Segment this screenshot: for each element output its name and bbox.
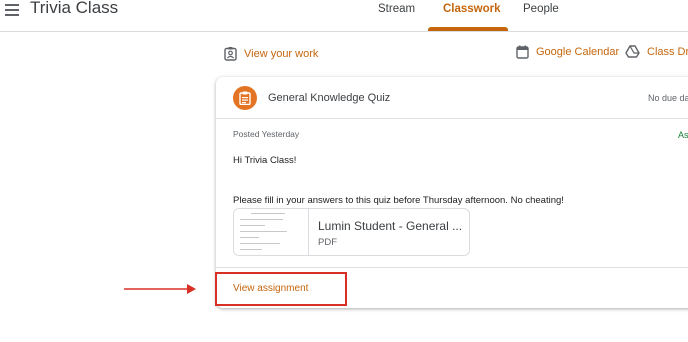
instructions-greeting: Hi Trivia Class! xyxy=(233,155,297,166)
class-title[interactable]: Trivia Class xyxy=(30,0,118,18)
google-calendar-link[interactable]: Google Calendar xyxy=(516,45,619,59)
attachment-card[interactable]: Lumin Student - General ... PDF xyxy=(233,208,470,256)
menu-icon[interactable] xyxy=(5,4,19,16)
tab-classwork[interactable]: Classwork xyxy=(443,3,501,15)
tab-stream[interactable]: Stream xyxy=(378,3,415,15)
assignment-card-header[interactable]: General Knowledge Quiz No due date xyxy=(216,77,688,119)
top-bar: Trivia Class Stream Classwork People xyxy=(0,0,688,32)
card-divider xyxy=(216,267,688,268)
assignment-ind-icon xyxy=(224,47,237,61)
view-your-work-label: View your work xyxy=(244,48,319,60)
class-drive-label: Class Drive xyxy=(647,45,688,58)
attachment-type: PDF xyxy=(318,237,337,248)
active-tab-indicator xyxy=(428,27,508,31)
annotation-arrow-icon xyxy=(124,284,196,294)
drive-icon xyxy=(625,45,640,58)
view-your-work-link[interactable]: View your work xyxy=(224,47,318,61)
posted-date: Posted Yesterday xyxy=(233,129,300,139)
instructions-text: Please fill in your answers to this quiz… xyxy=(233,195,564,206)
class-drive-link[interactable]: Class Drive xyxy=(625,45,688,58)
status-text: As xyxy=(678,130,688,140)
highlight-box xyxy=(215,272,347,306)
assignment-icon xyxy=(233,86,257,110)
attachment-thumbnail xyxy=(234,209,309,255)
google-calendar-label: Google Calendar xyxy=(536,46,620,58)
assignment-title: General Knowledge Quiz xyxy=(268,92,391,104)
attachment-title: Lumin Student - General ... xyxy=(318,219,463,233)
tab-people[interactable]: People xyxy=(523,3,559,15)
calendar-icon xyxy=(516,45,529,59)
due-date: No due date xyxy=(648,93,688,103)
